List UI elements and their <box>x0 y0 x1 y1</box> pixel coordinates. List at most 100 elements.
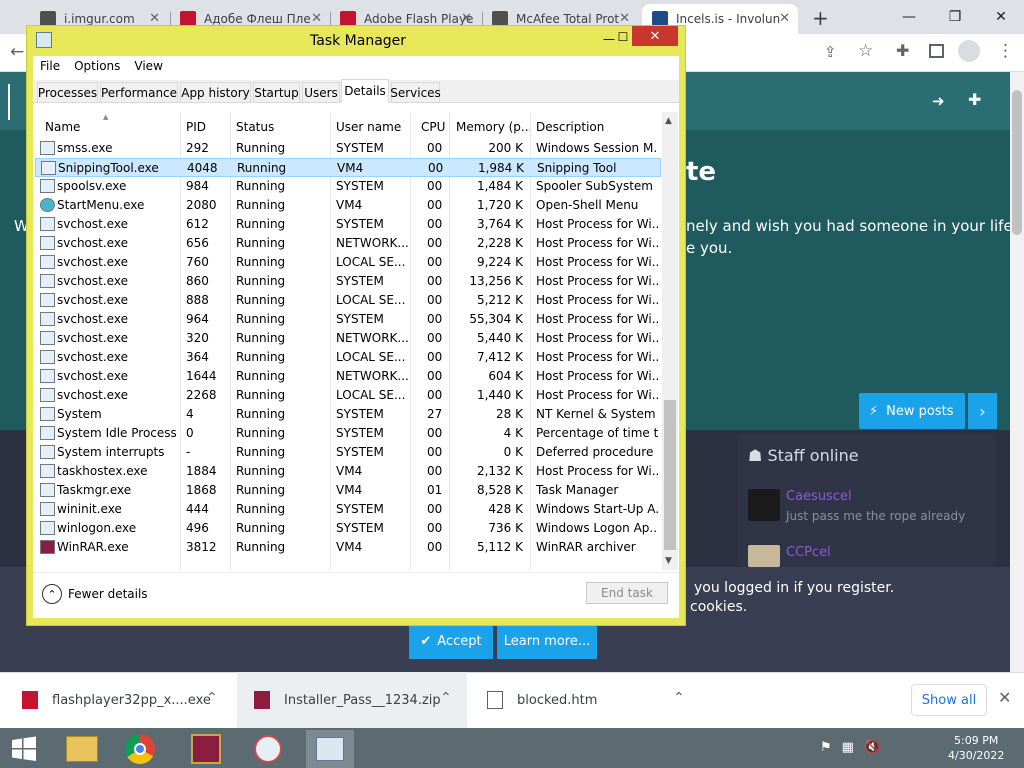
col-memory[interactable]: Memory (p... <box>456 120 532 134</box>
process-row[interactable]: smss.exe 292 Running SYSTEM 00 200 K Windows S… <box>35 139 661 158</box>
login-icon[interactable]: ➜ <box>932 92 945 110</box>
snipping-tool-icon[interactable] <box>244 730 292 768</box>
tm-scrollbar-thumb[interactable] <box>664 400 676 550</box>
side-panel-icon[interactable] <box>929 44 944 58</box>
cell-user: SYSTEM <box>336 217 384 231</box>
process-row[interactable]: svchost.exe 860 Running SYSTEM 00 13,256 K Hos… <box>35 272 661 291</box>
col-user[interactable]: User name <box>336 120 401 134</box>
scroll-down-icon[interactable]: ▼ <box>665 556 672 566</box>
site-logo-icon[interactable] <box>8 84 28 120</box>
process-row[interactable]: svchost.exe 320 Running NETWORK... 00 5,440 K… <box>35 329 661 348</box>
process-row[interactable]: StartMenu.exe 2080 Running VM4 00 1,720 K Open… <box>35 196 661 215</box>
page-scrollbar-thumb[interactable] <box>1012 90 1022 235</box>
chevron-up-icon[interactable]: ⌃ <box>440 690 452 706</box>
tab-services[interactable]: Services <box>390 82 441 103</box>
new-posts-button[interactable]: ⚡ New posts <box>859 393 965 429</box>
staff-name[interactable]: CCPcel <box>786 545 831 560</box>
process-row[interactable]: System 4 Running SYSTEM 27 28 K NT Kernel & Sy… <box>35 405 661 424</box>
process-row[interactable]: System Idle Process 0 Running SYSTEM 00 4 K Pe… <box>35 424 661 443</box>
chevron-up-icon[interactable]: ⌃ <box>42 584 62 604</box>
close-tab-icon[interactable]: ✕ <box>149 11 160 26</box>
col-cpu[interactable]: CPU <box>421 120 445 134</box>
process-row[interactable]: svchost.exe 1644 Running NETWORK... 00 604 K H… <box>35 367 661 386</box>
close-icon[interactable]: ✕ <box>998 688 1011 707</box>
extensions-icon[interactable]: ✚ <box>896 41 909 60</box>
process-row[interactable]: svchost.exe 2268 Running LOCAL SE... 00 1,440… <box>35 386 661 405</box>
col-description[interactable]: Description <box>536 120 604 134</box>
task-manager-taskbar-icon[interactable] <box>306 730 354 768</box>
restore-button[interactable]: ❐ <box>932 0 978 34</box>
volume-muted-icon[interactable]: 🔇 <box>864 740 880 755</box>
process-row[interactable]: svchost.exe 760 Running LOCAL SE... 00 9,224 … <box>35 253 661 272</box>
end-task-button[interactable]: End task <box>586 582 668 604</box>
file-explorer-icon[interactable] <box>58 730 106 768</box>
scroll-up-icon[interactable]: ▲ <box>665 116 672 126</box>
process-row[interactable]: WinRAR.exe 3812 Running VM4 00 5,112 K WinRAR … <box>35 538 661 557</box>
tm-menubar: File Options View <box>33 56 679 78</box>
download-item[interactable]: Installer_Pass__1234.zip <box>254 672 444 728</box>
chevron-right-icon[interactable]: › <box>968 393 997 429</box>
tab-startup[interactable]: Startup <box>253 82 300 103</box>
tm-close-button[interactable]: ✕ <box>632 26 678 46</box>
service-host-icon <box>40 293 55 307</box>
cell-pid: 612 <box>186 217 209 231</box>
process-row[interactable]: System interrupts - Running SYSTEM 00 0 K Defe… <box>35 443 661 462</box>
show-all-button[interactable]: Show all <box>911 684 987 716</box>
windows-start-icon[interactable] <box>0 730 48 768</box>
learn-more-button[interactable]: Learn more... <box>497 624 597 659</box>
new-tab-button[interactable]: + <box>812 6 829 30</box>
tab-users[interactable]: Users <box>302 82 340 103</box>
process-row[interactable]: svchost.exe 656 Running NETWORK... 00 2,228 K… <box>35 234 661 253</box>
close-tab-icon[interactable]: ✕ <box>619 11 630 26</box>
tab-app-history[interactable]: App history <box>180 82 251 103</box>
process-row[interactable]: spoolsv.exe 984 Running SYSTEM 00 1,484 K Spoo… <box>35 177 661 196</box>
chevron-up-icon[interactable]: ⌃ <box>206 690 218 706</box>
chevron-up-icon[interactable]: ⌃ <box>673 690 685 706</box>
close-tab-icon[interactable]: ✕ <box>779 11 790 26</box>
process-row[interactable]: SnippingTool.exe 4048 Running VM4 00 1,984 K S… <box>35 158 661 177</box>
col-status[interactable]: Status <box>236 120 274 134</box>
menu-file[interactable]: File <box>33 56 67 78</box>
process-row[interactable]: svchost.exe 612 Running SYSTEM 00 3,764 K Host… <box>35 215 661 234</box>
cell-status: Running <box>236 198 286 212</box>
back-arrow-icon[interactable]: ← <box>10 42 24 62</box>
chrome-icon[interactable] <box>116 730 164 768</box>
profile-avatar-icon[interactable] <box>958 40 980 62</box>
cell-name: SnippingTool.exe <box>58 161 159 175</box>
process-row[interactable]: wininit.exe 444 Running SYSTEM 00 428 K Window… <box>35 500 661 519</box>
process-row[interactable]: winlogon.exe 496 Running SYSTEM 00 736 K Windo… <box>35 519 661 538</box>
menu-view[interactable]: View <box>127 56 169 78</box>
share-icon[interactable]: ⇪ <box>824 43 837 61</box>
bookmark-star-icon[interactable]: ☆ <box>858 41 873 61</box>
taskbar-clock[interactable]: 5:09 PM 4/30/2022 <box>948 733 1004 763</box>
close-tab-icon[interactable]: ✕ <box>461 11 472 26</box>
register-icon[interactable]: ✚ <box>968 90 981 109</box>
process-row[interactable]: svchost.exe 364 Running LOCAL SE... 00 7,412 … <box>35 348 661 367</box>
menu-options[interactable]: Options <box>67 56 127 78</box>
close-button[interactable]: ✕ <box>978 0 1024 34</box>
winrar-icon[interactable] <box>182 730 230 768</box>
staff-name[interactable]: Caesuscel <box>786 489 852 504</box>
avatar[interactable] <box>748 489 780 521</box>
process-row[interactable]: svchost.exe 964 Running SYSTEM 00 55,304 K Hos… <box>35 310 661 329</box>
avatar[interactable] <box>748 545 780 567</box>
flag-icon[interactable]: ⚑ <box>820 740 832 755</box>
process-row[interactable]: taskhostex.exe 1884 Running VM4 00 2,132 K Hos… <box>35 462 661 481</box>
close-tab-icon[interactable]: ✕ <box>311 11 322 26</box>
cell-desc: NT Kernel & System <box>536 407 656 421</box>
network-icon[interactable]: ▦ <box>842 740 854 755</box>
cell-desc: WinRAR archiver <box>536 540 636 554</box>
menu-kebab-icon[interactable]: ⋮ <box>997 41 1014 61</box>
tab-details[interactable]: Details <box>341 79 389 103</box>
download-item[interactable]: flashplayer32pp_x....exe <box>22 672 232 728</box>
fewer-details-link[interactable]: Fewer details <box>68 587 148 601</box>
process-row[interactable]: svchost.exe 888 Running LOCAL SE... 00 5,212 … <box>35 291 661 310</box>
col-pid[interactable]: PID <box>186 120 206 134</box>
process-row[interactable]: Taskmgr.exe 1868 Running VM4 01 8,528 K Task M… <box>35 481 661 500</box>
download-item[interactable]: blocked.htm <box>487 672 677 728</box>
minimize-button[interactable]: — <box>886 0 932 34</box>
tab-processes[interactable]: Processes <box>37 82 98 103</box>
col-name[interactable]: Name <box>45 120 80 134</box>
accept-cookies-button[interactable]: ✔ Accept <box>409 624 493 659</box>
tab-performance[interactable]: Performance <box>100 82 178 103</box>
